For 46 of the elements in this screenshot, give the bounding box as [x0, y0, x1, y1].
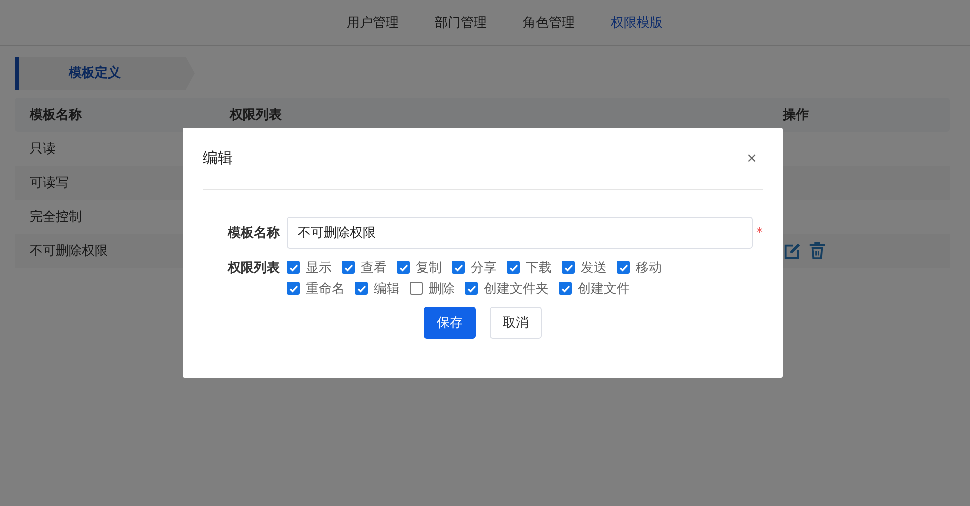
- nav-tab[interactable]: 部门管理: [435, 14, 487, 32]
- checkbox[interactable]: [287, 282, 300, 295]
- checkbox-label: 删除: [429, 280, 455, 298]
- checkbox[interactable]: [507, 261, 520, 274]
- checkbox-label: 分享: [471, 260, 497, 276]
- checkbox-label: 显示: [306, 260, 332, 276]
- table-cell: 完全控制: [30, 210, 82, 225]
- checkbox[interactable]: [410, 282, 423, 295]
- checkbox[interactable]: [562, 261, 575, 274]
- save-button[interactable]: 保存: [424, 307, 476, 339]
- cancel-button[interactable]: 取消: [490, 307, 542, 339]
- edit-icon[interactable]: [783, 242, 802, 260]
- checkbox[interactable]: [559, 282, 572, 295]
- name-field[interactable]: 不可删除权限: [287, 217, 752, 249]
- checkbox-label: 编辑: [374, 280, 400, 298]
- checkbox[interactable]: [342, 261, 355, 274]
- checkbox[interactable]: [465, 282, 478, 295]
- checkbox-label: 移动: [636, 260, 662, 276]
- column-header: 模板名称: [28, 107, 83, 124]
- field-label: 模板名称: [226, 225, 280, 242]
- column-header: 操作: [783, 107, 810, 124]
- checkbox[interactable]: [355, 282, 368, 295]
- table-cell: 只读: [30, 142, 56, 157]
- column-header: 权限列表: [230, 107, 283, 124]
- checkbox[interactable]: [617, 261, 630, 274]
- checkbox-label: 创建文件夹: [484, 280, 549, 298]
- nav-tab[interactable]: 角色管理: [523, 14, 575, 32]
- required-mark: *: [756, 226, 763, 240]
- checkbox-label: 发送: [581, 260, 607, 276]
- checkbox[interactable]: [452, 261, 465, 274]
- checkbox[interactable]: [287, 261, 300, 274]
- field-label: 权限列表: [226, 260, 280, 277]
- table-cell: 可读写: [30, 176, 69, 191]
- dialog-title: 编辑: [203, 149, 233, 168]
- section-tab[interactable]: 模板定义: [15, 57, 195, 90]
- nav-tab[interactable]: 用户管理: [347, 14, 399, 32]
- checkbox-label: 查看: [361, 260, 387, 276]
- checkbox-label: 创建文件: [578, 280, 630, 298]
- checkbox-label: 下载: [526, 260, 552, 276]
- checkbox-label: 复制: [416, 260, 442, 276]
- table-cell: 不可删除权限: [30, 244, 108, 259]
- nav-tab[interactable]: 权限模版: [611, 14, 663, 32]
- checkbox-label: 重命名: [306, 280, 345, 298]
- checkbox[interactable]: [397, 261, 410, 274]
- delete-icon[interactable]: [808, 241, 827, 261]
- close-button[interactable]: ×: [741, 148, 763, 168]
